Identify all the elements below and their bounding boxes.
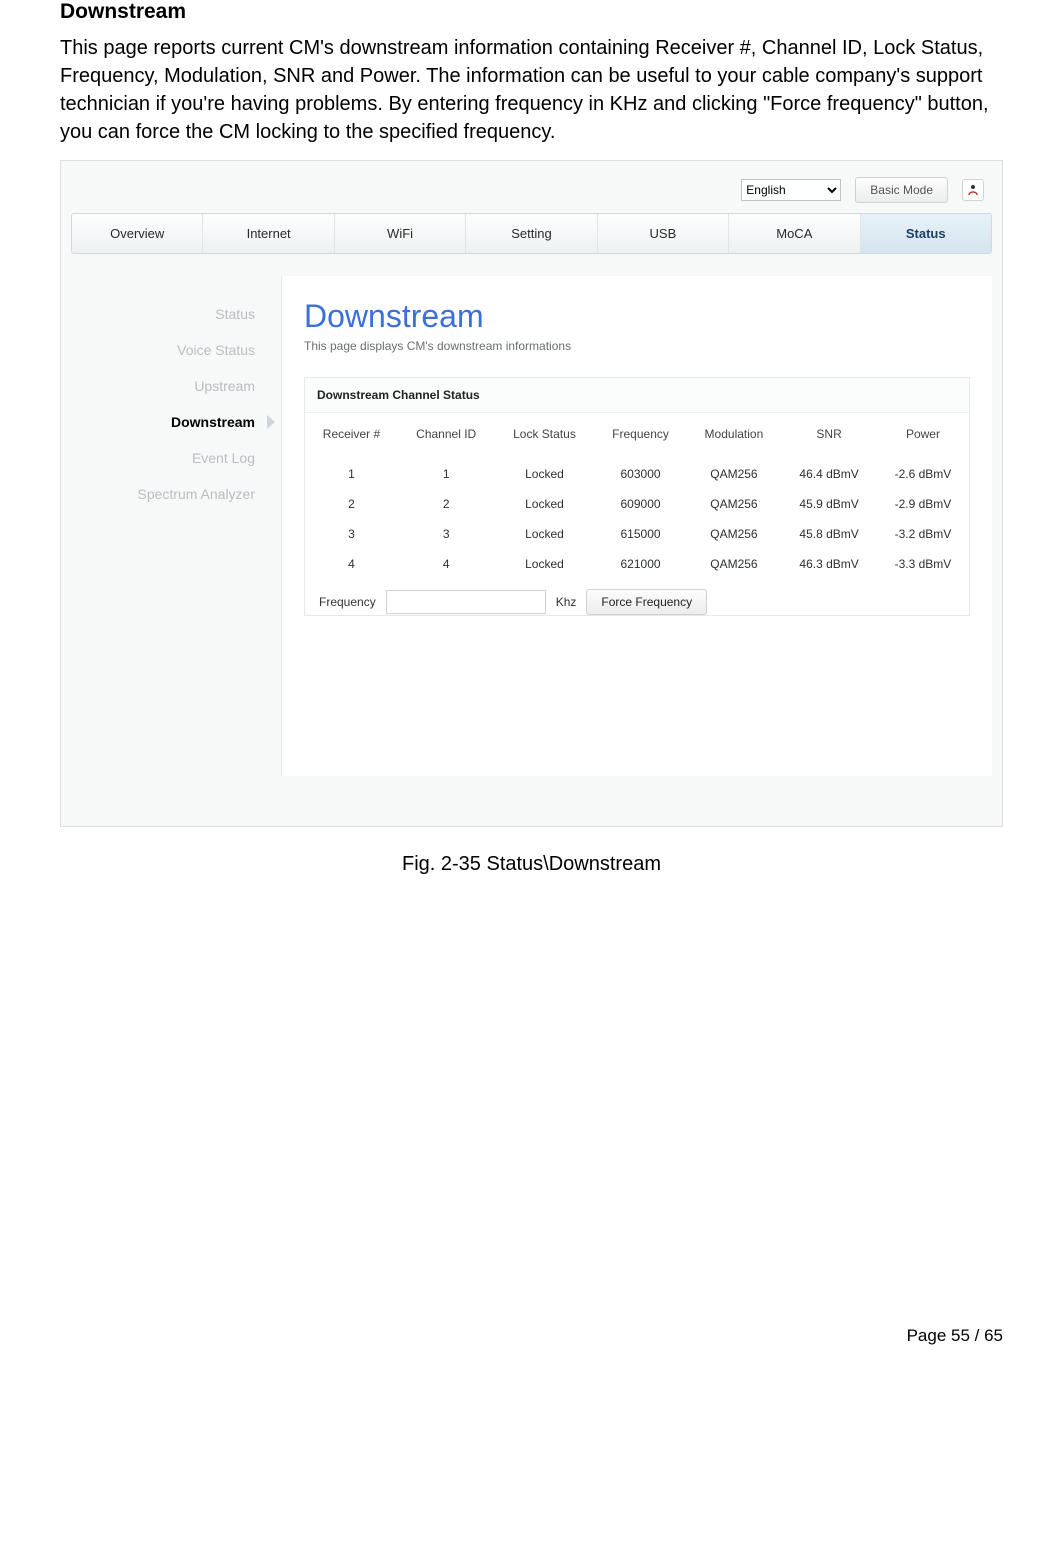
frequency-label: Frequency [319, 595, 376, 609]
doc-heading: Downstream [60, 0, 1003, 24]
frequency-unit: Khz [556, 595, 577, 609]
table-cell: QAM256 [687, 489, 782, 519]
table-cell: 46.4 dBmV [781, 459, 877, 489]
column-header: Lock Status [494, 413, 594, 459]
content-panel: Downstream This page displays CM's downs… [281, 276, 992, 776]
sidebar-item-voice-status[interactable]: Voice Status [81, 332, 261, 368]
table-cell: -2.6 dBmV [877, 459, 969, 489]
basic-mode-button[interactable]: Basic Mode [855, 177, 948, 203]
table-cell: 609000 [595, 489, 687, 519]
table-cell: 2 [398, 489, 495, 519]
table-row: 11Locked603000QAM25646.4 dBmV-2.6 dBmV [305, 459, 969, 489]
frequency-input[interactable] [386, 590, 546, 614]
table-cell: -2.9 dBmV [877, 489, 969, 519]
panel-heading: Downstream Channel Status [305, 378, 969, 413]
table-cell: 2 [305, 489, 398, 519]
figure-caption: Fig. 2-35 Status\Downstream [60, 853, 1003, 876]
table-cell: 3 [305, 519, 398, 549]
sidebar-item-upstream[interactable]: Upstream [81, 368, 261, 404]
language-select[interactable]: English [741, 179, 841, 201]
force-frequency-button[interactable]: Force Frequency [586, 589, 707, 615]
table-cell: 3 [398, 519, 495, 549]
table-cell: 1 [398, 459, 495, 489]
table-cell: 46.3 dBmV [781, 549, 877, 579]
table-cell: Locked [494, 459, 594, 489]
nav-item-moca[interactable]: MoCA [729, 214, 860, 253]
nav-item-wifi[interactable]: WiFi [335, 214, 466, 253]
table-cell: 1 [305, 459, 398, 489]
table-cell: 4 [305, 549, 398, 579]
sidebar-item-event-log[interactable]: Event Log [81, 440, 261, 476]
sidebar-item-downstream[interactable]: Downstream [81, 404, 261, 440]
doc-paragraph: This page reports current CM's downstrea… [60, 34, 1003, 146]
table-cell: QAM256 [687, 549, 782, 579]
nav-item-usb[interactable]: USB [598, 214, 729, 253]
column-header: Power [877, 413, 969, 459]
table-cell: 4 [398, 549, 495, 579]
table-cell: 45.9 dBmV [781, 489, 877, 519]
app-screenshot: English Basic Mode OverviewInternetWiFiS… [60, 160, 1003, 827]
table-cell: 615000 [595, 519, 687, 549]
column-header: Frequency [595, 413, 687, 459]
table-cell: -3.3 dBmV [877, 549, 969, 579]
table-cell: 603000 [595, 459, 687, 489]
topbar: English Basic Mode [71, 171, 992, 213]
nav-item-internet[interactable]: Internet [203, 214, 334, 253]
table-cell: 621000 [595, 549, 687, 579]
channel-table: Receiver #Channel IDLock StatusFrequency… [305, 413, 969, 579]
nav-item-overview[interactable]: Overview [72, 214, 203, 253]
nav-item-setting[interactable]: Setting [466, 214, 597, 253]
main-nav: OverviewInternetWiFiSettingUSBMoCAStatus [71, 213, 992, 254]
page-footer: Page 55 / 65 [0, 1326, 1063, 1346]
table-row: 22Locked609000QAM25645.9 dBmV-2.9 dBmV [305, 489, 969, 519]
table-cell: QAM256 [687, 519, 782, 549]
column-header: Channel ID [398, 413, 495, 459]
table-row: 44Locked621000QAM25646.3 dBmV-3.3 dBmV [305, 549, 969, 579]
table-row: 33Locked615000QAM25645.8 dBmV-3.2 dBmV [305, 519, 969, 549]
frequency-row: Frequency Khz Force Frequency [305, 579, 969, 615]
table-cell: -3.2 dBmV [877, 519, 969, 549]
column-header: SNR [781, 413, 877, 459]
channel-status-panel: Downstream Channel Status Receiver #Chan… [304, 377, 970, 616]
table-cell: Locked [494, 519, 594, 549]
page-title: Downstream [304, 298, 970, 335]
sidebar: StatusVoice StatusUpstreamDownstreamEven… [71, 276, 281, 776]
table-cell: Locked [494, 549, 594, 579]
page-subtitle: This page displays CM's downstream infor… [304, 339, 970, 353]
table-cell: QAM256 [687, 459, 782, 489]
sidebar-item-spectrum-analyzer[interactable]: Spectrum Analyzer [81, 476, 261, 512]
sidebar-item-status[interactable]: Status [81, 296, 261, 332]
table-cell: 45.8 dBmV [781, 519, 877, 549]
table-cell: Locked [494, 489, 594, 519]
nav-item-status[interactable]: Status [861, 214, 991, 253]
site-icon[interactable] [962, 179, 984, 201]
column-header: Modulation [687, 413, 782, 459]
column-header: Receiver # [305, 413, 398, 459]
